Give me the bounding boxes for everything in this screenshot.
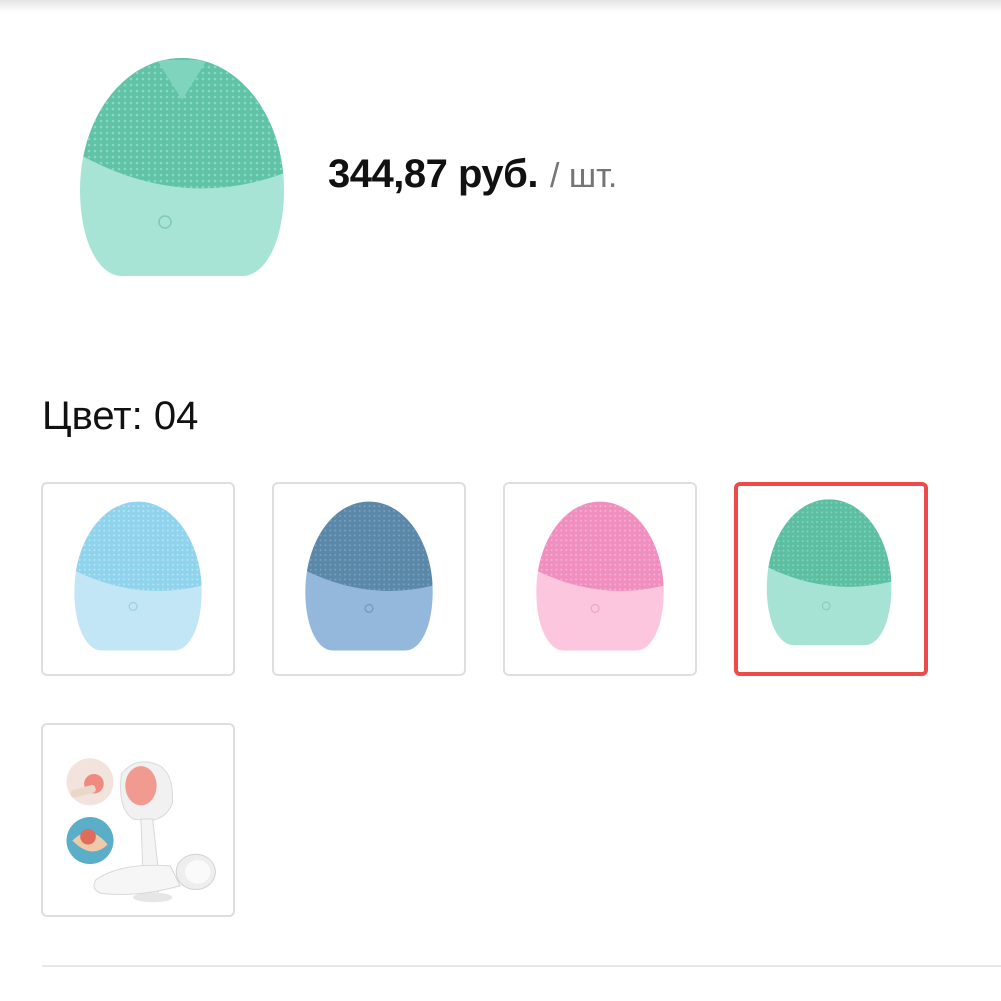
color-label: Цвет: 04 (42, 394, 199, 438)
cleansing-brush-pink-icon (536, 501, 664, 651)
cleansing-brush-icon (80, 58, 284, 276)
product-main-image[interactable] (62, 40, 302, 302)
color-option-manual-brush[interactable] (41, 723, 235, 917)
top-edge-shadow (0, 0, 1001, 12)
cleansing-brush-mint-icon (766, 499, 892, 646)
color-option-pink[interactable] (503, 482, 697, 676)
price-unit: / шт. (549, 157, 618, 195)
manual-face-brush-icon (66, 758, 216, 903)
section-divider (42, 965, 1001, 967)
product-sku-panel: 344,87 руб. / шт. Цвет: 04 (0, 0, 1001, 1001)
color-option-light-blue[interactable] (41, 482, 235, 676)
product-price: 344,87 руб. (328, 152, 538, 196)
color-option-steel-blue[interactable] (272, 482, 466, 676)
price-row: 344,87 руб. / шт. (328, 152, 617, 208)
cleansing-brush-light-blue-icon (74, 501, 202, 651)
cleansing-brush-steel-blue-icon (305, 501, 433, 651)
color-option-mint[interactable] (734, 482, 928, 676)
